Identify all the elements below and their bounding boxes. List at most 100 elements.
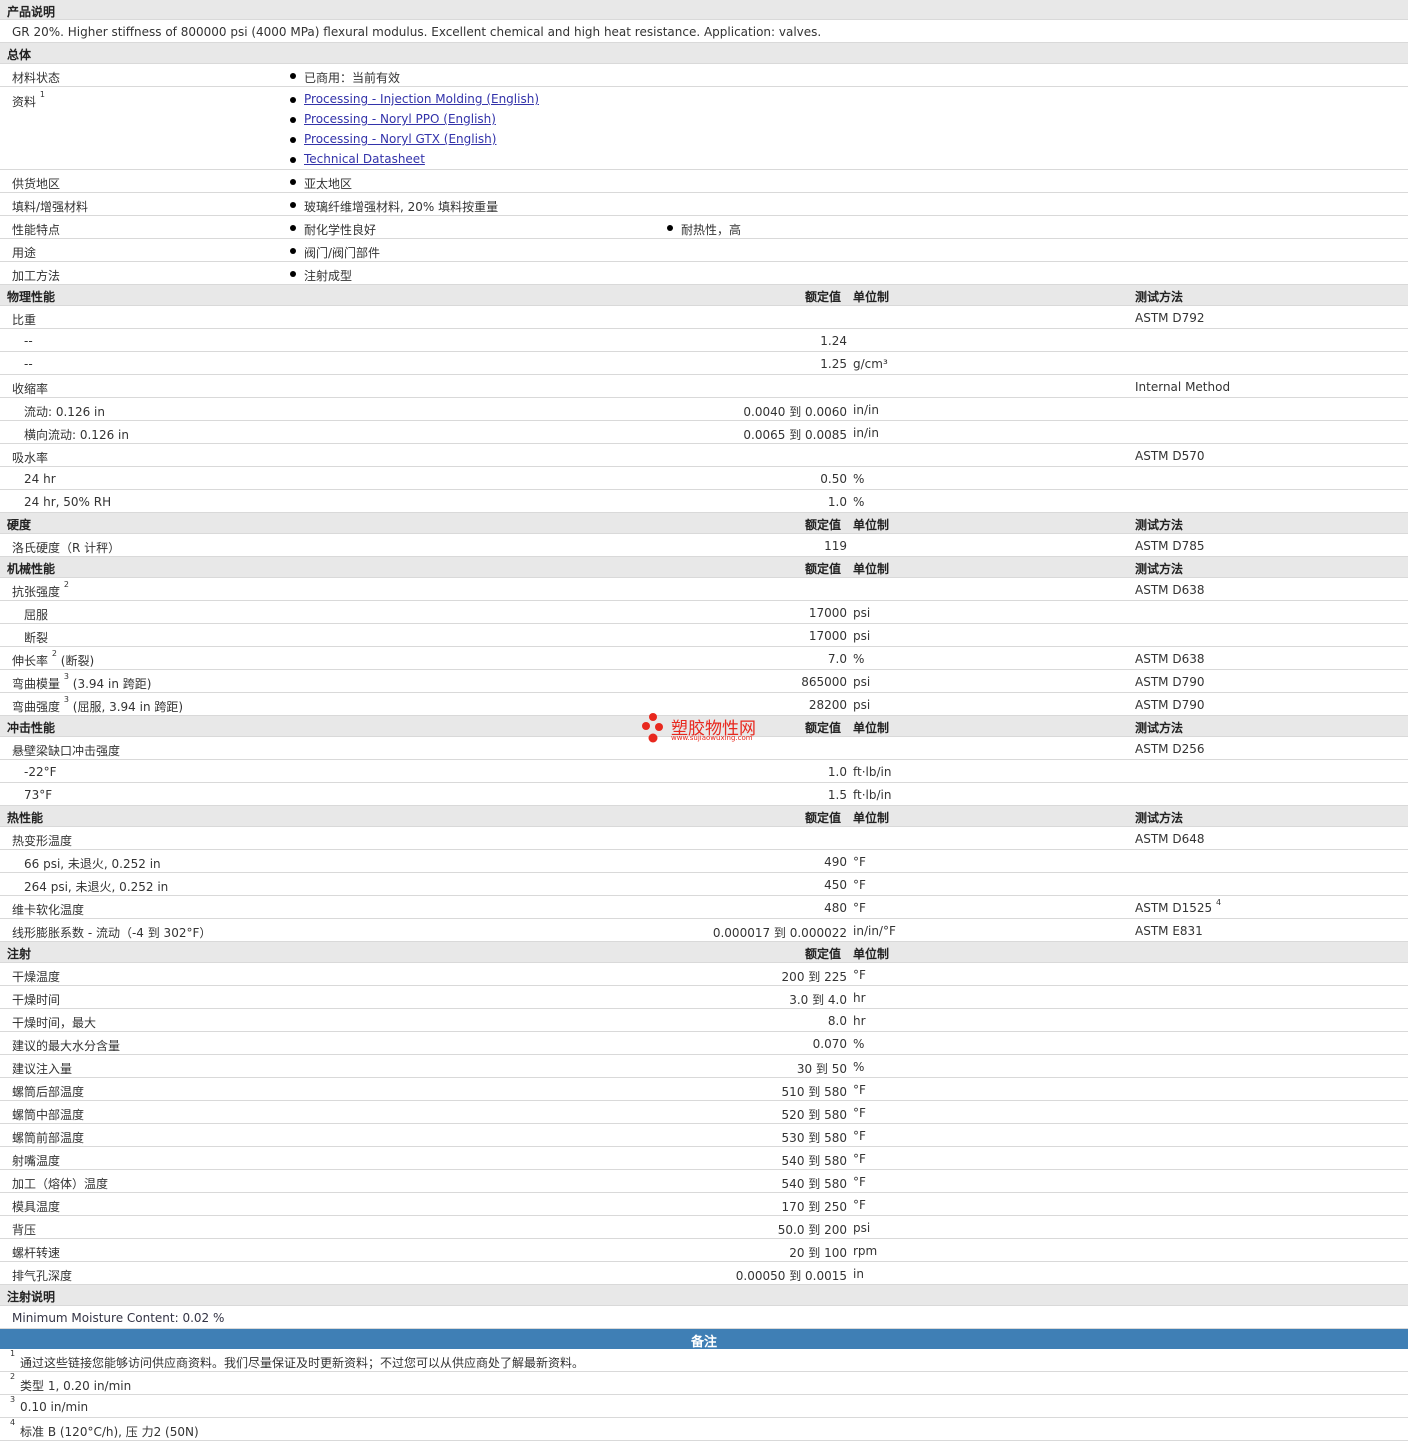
property-subrow: -- 1.25 g/cm³ [0, 352, 1408, 375]
footnote-row: 2 类型 1, 0.20 in/min [0, 1372, 1408, 1395]
nominal-value: 119 [824, 539, 847, 553]
test-method: ASTM D790 [1135, 675, 1205, 689]
unit: % [853, 1037, 865, 1051]
footnote-text: 标准 B (120°C/h), 压 力2 (50N) [20, 1425, 199, 1439]
property-row: 抗张强度 2 ASTM D638 [0, 578, 1408, 601]
section-header-physical: 物理性能 额定值 单位制 测试方法 [0, 285, 1408, 306]
nominal-header: 额定值 [805, 811, 842, 825]
condition-label: 断裂 [24, 631, 49, 645]
property-subrow: -- 1.24 [0, 329, 1408, 352]
doc-link-injection-molding[interactable]: Processing - Injection Molding (English) [304, 92, 539, 106]
property-label: 螺杆转速 [12, 1246, 61, 1260]
condition-label: 264 psi, 未退火, 0.252 in [24, 880, 169, 894]
section-header-product: 产品说明 [0, 0, 1408, 20]
process-value: 注射成型 [304, 269, 353, 283]
region-row: 供货地区 亚太地区 [0, 170, 1408, 193]
test-method: ASTM D790 [1135, 698, 1205, 712]
property-subrow: 流动: 0.126 in 0.0040 到 0.0060 in/in [0, 398, 1408, 421]
test-header: 测试方法 [1135, 811, 1184, 825]
condition-label: 66 psi, 未退火, 0.252 in [24, 857, 161, 871]
injection-note-row: Minimum Moisture Content: 0.02 % [0, 1306, 1408, 1329]
bullet-icon [290, 271, 296, 277]
section-header-injection-notes: 注射说明 [0, 1285, 1408, 1306]
condition-label: 流动: 0.126 in [24, 405, 105, 419]
nominal-value: 7.0 [827, 652, 847, 666]
unit: ft·lb/in [853, 765, 892, 779]
test-method: Internal Method [1135, 380, 1231, 394]
nominal-header: 额定值 [805, 947, 842, 961]
property-label: 建议注入量 [12, 1062, 73, 1076]
condition-label: 24 hr [24, 472, 56, 486]
unit: in/in [853, 403, 879, 417]
property-subrow: 24 hr, 50% RH 1.0 % [0, 490, 1408, 513]
condition-label: -- [24, 334, 33, 348]
property-label: 维卡软化温度 [12, 903, 85, 917]
region-label: 供货地区 [12, 177, 61, 191]
doc-link-noryl-ppo[interactable]: Processing - Noryl PPO (English) [304, 112, 496, 126]
property-label: 洛氏硬度（R 计秤） [12, 541, 121, 555]
property-subrow: 断裂 17000 psi [0, 624, 1408, 647]
unit-header: 单位制 [853, 290, 890, 304]
unit: rpm [853, 1244, 878, 1258]
nominal-value: 0.00050 到 0.0015 [735, 1269, 847, 1283]
property-subrow: 66 psi, 未退火, 0.252 in 490 °F [0, 850, 1408, 873]
process-label: 加工方法 [12, 269, 61, 283]
features-row: 性能特点 耐化学性良好 耐热性，高 [0, 216, 1408, 239]
property-label: 线形膨胀系数 - 流动（-4 到 302°F） [12, 926, 212, 940]
section-title: 硬度 [7, 518, 32, 532]
injection-row: 排气孔深度 0.00050 到 0.0015 in [0, 1262, 1408, 1285]
section-header-mechanical: 机械性能 额定值 单位制 测试方法 [0, 557, 1408, 578]
section-title: 机械性能 [7, 562, 56, 576]
unit: % [853, 472, 865, 486]
property-label: 螺筒中部温度 [12, 1108, 85, 1122]
condition-label: 24 hr, 50% RH [24, 495, 112, 509]
footnote-number: 2 [10, 1372, 16, 1381]
property-subrow: 横向流动: 0.126 in 0.0065 到 0.0085 in/in [0, 421, 1408, 444]
footnote-text: 类型 1, 0.20 in/min [20, 1379, 132, 1393]
nominal-value: 0.070 [812, 1037, 847, 1051]
nominal-value: 17000 [808, 629, 847, 643]
unit: °F [853, 855, 866, 869]
filler-row: 填料/增强材料 玻璃纤维增强材料, 20% 填料按重量 [0, 193, 1408, 216]
unit: psi [853, 606, 871, 620]
test-method: ASTM D792 [1135, 311, 1205, 325]
injection-row: 射嘴温度 540 到 580 °F [0, 1147, 1408, 1170]
property-label: 加工（熔体）温度 [12, 1177, 109, 1191]
nominal-value: 0.000017 到 0.000022 [712, 926, 847, 940]
test-method: ASTM D648 [1135, 832, 1205, 846]
bullet-icon [290, 137, 296, 143]
nominal-value: 3.0 到 4.0 [789, 993, 847, 1007]
footnote-number: 3 [10, 1395, 16, 1404]
property-label: 弯曲强度 3 (屈服, 3.94 in 跨距) [12, 695, 184, 714]
property-label: 吸水率 [12, 451, 49, 465]
property-label: 热变形温度 [12, 834, 73, 848]
doc-link-technical-datasheet[interactable]: Technical Datasheet [304, 152, 425, 166]
features-label: 性能特点 [12, 223, 61, 237]
process-row: 加工方法 注射成型 [0, 262, 1408, 285]
filler-value: 玻璃纤维增强材料, 20% 填料按重量 [304, 200, 499, 214]
property-label: 比重 [12, 313, 37, 327]
notes-title: 备注 [690, 1335, 717, 1350]
doc-link-noryl-gtx[interactable]: Processing - Noryl GTX (English) [304, 132, 496, 146]
uses-value: 阀门/阀门部件 [304, 246, 381, 260]
injection-row: 螺筒中部温度 520 到 580 °F [0, 1101, 1408, 1124]
footnote-row: 4 标准 B (120°C/h), 压 力2 (50N) [0, 1418, 1408, 1441]
region-value: 亚太地区 [304, 177, 353, 191]
footnote-text: 0.10 in/min [20, 1400, 89, 1414]
test-header: 测试方法 [1135, 562, 1184, 576]
property-subrow: 264 psi, 未退火, 0.252 in 450 °F [0, 873, 1408, 896]
test-method: ASTM D785 [1135, 539, 1205, 553]
injection-row: 干燥时间，最大 8.0 hr [0, 1009, 1408, 1032]
product-description-row: GR 20%. Higher stiffness of 800000 psi (… [0, 20, 1408, 43]
status-row: 材料状态 已商用：当前有效 [0, 64, 1408, 87]
injection-row: 干燥温度 200 到 225 °F [0, 963, 1408, 986]
property-label: 干燥温度 [12, 970, 61, 984]
nominal-value: 28200 [808, 698, 847, 712]
condition-label: -22°F [24, 765, 57, 779]
product-description: GR 20%. Higher stiffness of 800000 psi (… [12, 25, 822, 39]
footnote-text: 通过这些链接您能够访问供应商资料。我们尽量保证及时更新资料；不过您可以从供应商处… [20, 1356, 585, 1370]
property-row: 洛氏硬度（R 计秤） 119 ASTM D785 [0, 534, 1408, 557]
nominal-header: 额定值 [805, 518, 842, 532]
unit: % [853, 1060, 865, 1074]
property-row: 弯曲模量 3 (3.94 in 跨距) 865000 psi ASTM D790 [0, 670, 1408, 693]
